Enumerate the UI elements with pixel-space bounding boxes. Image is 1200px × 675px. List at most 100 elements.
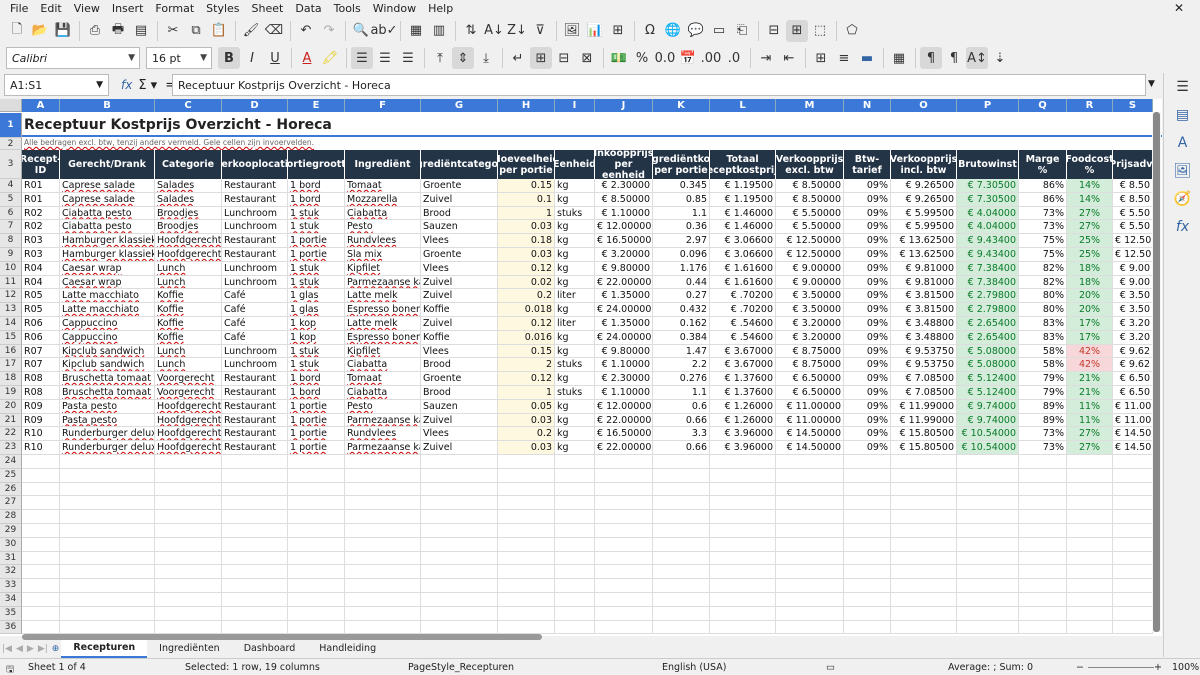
table-cell[interactable]: Brood xyxy=(421,386,498,400)
table-cell[interactable]: Kipclub sandwich xyxy=(60,358,155,373)
table-cell[interactable]: R09 xyxy=(22,399,60,414)
table-cell[interactable]: € 1.46000 xyxy=(710,220,776,235)
empty-cell[interactable] xyxy=(555,455,595,469)
table-cell[interactable]: Café xyxy=(222,317,288,331)
table-cell[interactable]: 83% xyxy=(1019,317,1067,331)
table-cell[interactable]: € 8.50000 xyxy=(776,192,844,207)
empty-cell[interactable] xyxy=(1067,579,1113,593)
table-cell[interactable]: Tomaat xyxy=(345,179,421,193)
properties-icon[interactable]: ▤ xyxy=(1164,101,1200,129)
zoom-out-icon[interactable]: − xyxy=(1076,662,1084,673)
table-cell[interactable]: 09% xyxy=(844,330,891,345)
row-header[interactable]: 29 xyxy=(0,524,22,538)
table-cell[interactable]: Zuivel xyxy=(421,413,498,428)
table-cell[interactable]: € 1.37600 xyxy=(710,372,776,386)
table-cell[interactable]: 0.096 xyxy=(653,248,710,262)
empty-cell[interactable] xyxy=(22,482,60,497)
table-cell[interactable]: Parmezaanse kaas xyxy=(345,275,421,290)
empty-cell[interactable] xyxy=(844,482,891,497)
empty-cell[interactable] xyxy=(60,551,155,566)
table-cell[interactable]: 0.02 xyxy=(498,275,555,290)
table-cell[interactable]: € 5.99500 xyxy=(891,206,957,221)
empty-cell[interactable] xyxy=(710,579,776,593)
table-cell[interactable]: 0.345 xyxy=(653,179,710,193)
currency-icon[interactable]: 💵 xyxy=(608,47,630,69)
table-cell[interactable]: € 1.10000 xyxy=(595,386,653,400)
empty-cell[interactable] xyxy=(155,496,222,511)
table-cell[interactable]: € 6.50000 xyxy=(776,386,844,400)
sheet-indicator[interactable]: Sheet 1 of 4 xyxy=(28,662,86,673)
table-cell[interactable]: kg xyxy=(555,372,595,386)
empty-cell[interactable] xyxy=(22,468,60,483)
empty-cell[interactable] xyxy=(1113,482,1153,497)
table-cell[interactable]: € .54600 xyxy=(710,330,776,345)
table-cell[interactable]: 1 portie xyxy=(288,427,345,442)
empty-cell[interactable] xyxy=(498,537,555,552)
empty-cell[interactable] xyxy=(957,537,1019,552)
row-header[interactable]: 15 xyxy=(0,330,22,345)
table-cell[interactable]: € 7.08500 xyxy=(891,372,957,386)
table-cell[interactable]: 09% xyxy=(844,413,891,428)
table-cell[interactable]: 09% xyxy=(844,179,891,193)
empty-cell[interactable] xyxy=(498,565,555,580)
empty-cell[interactable] xyxy=(555,537,595,552)
column-header-c[interactable]: C xyxy=(155,99,222,112)
column-title-cell[interactable]: Recept-ID xyxy=(22,150,60,179)
column-header-i[interactable]: I xyxy=(555,99,595,112)
empty-cell[interactable] xyxy=(288,524,345,538)
empty-cell[interactable] xyxy=(595,496,653,511)
column-title-cell[interactable]: Prijsadvi xyxy=(1113,150,1153,179)
table-cell[interactable]: Lunchroom xyxy=(222,275,288,290)
table-cell[interactable]: Café xyxy=(222,303,288,317)
table-cell[interactable]: € 9.62 xyxy=(1113,358,1153,373)
name-box[interactable]: A1:S1 ▼ xyxy=(4,74,109,96)
table-cell[interactable]: R02 xyxy=(22,220,60,235)
empty-cell[interactable] xyxy=(595,468,653,483)
table-cell[interactable]: € 5.50000 xyxy=(776,220,844,235)
table-cell[interactable]: R04 xyxy=(22,275,60,290)
table-cell[interactable]: € 1.37600 xyxy=(710,386,776,400)
empty-cell[interactable] xyxy=(1067,496,1113,511)
empty-cell[interactable] xyxy=(421,593,498,607)
table-cell[interactable]: € 12.00000 xyxy=(595,399,653,414)
empty-cell[interactable] xyxy=(60,455,155,469)
table-cell[interactable]: 1 portie xyxy=(288,234,345,248)
table-cell[interactable]: 09% xyxy=(844,220,891,235)
table-cell[interactable]: € 2.65400 xyxy=(957,330,1019,345)
split-window-icon[interactable]: ⊞ xyxy=(786,19,808,42)
empty-cell[interactable] xyxy=(891,537,957,552)
table-cell[interactable]: stuks xyxy=(555,358,595,373)
functions-icon[interactable]: fx xyxy=(1164,213,1200,241)
table-cell[interactable]: Ciabatta xyxy=(345,206,421,221)
table-cell[interactable]: R05 xyxy=(22,289,60,304)
table-cell[interactable]: € 9.00000 xyxy=(776,261,844,276)
table-cell[interactable]: 75% xyxy=(1019,248,1067,262)
table-cell[interactable]: R01 xyxy=(22,192,60,207)
table-cell[interactable]: € 1.19500 xyxy=(710,179,776,193)
table-cell[interactable]: 0.432 xyxy=(653,303,710,317)
table-cell[interactable]: € 15.80500 xyxy=(891,427,957,442)
table-cell[interactable]: Groente xyxy=(421,179,498,193)
table-cell[interactable]: € 7.30500 xyxy=(957,192,1019,207)
table-cell[interactable]: € 6.50000 xyxy=(776,372,844,386)
table-cell[interactable]: R07 xyxy=(22,358,60,373)
row-header[interactable]: 18 xyxy=(0,372,22,386)
table-cell[interactable]: 09% xyxy=(844,206,891,221)
table-cell[interactable]: Koffie xyxy=(421,303,498,317)
empty-cell[interactable] xyxy=(288,579,345,593)
table-cell[interactable]: R06 xyxy=(22,317,60,331)
table-cell[interactable]: 17% xyxy=(1067,330,1113,345)
empty-cell[interactable] xyxy=(155,524,222,538)
align-center-icon[interactable]: ☰ xyxy=(374,47,396,69)
table-cell[interactable]: € 22.00000 xyxy=(595,413,653,428)
table-cell[interactable]: 18% xyxy=(1067,275,1113,290)
empty-cell[interactable] xyxy=(710,510,776,524)
empty-cell[interactable] xyxy=(844,496,891,511)
table-cell[interactable]: € 5.99500 xyxy=(891,220,957,235)
highlight-color-icon[interactable]: 🖍 xyxy=(319,47,341,69)
column-icon[interactable]: ▥ xyxy=(428,20,450,42)
table-cell[interactable]: 18% xyxy=(1067,261,1113,276)
row-header[interactable]: 13 xyxy=(0,303,22,317)
empty-cell[interactable] xyxy=(22,455,60,469)
zoom-in-icon[interactable]: + xyxy=(1154,662,1162,673)
